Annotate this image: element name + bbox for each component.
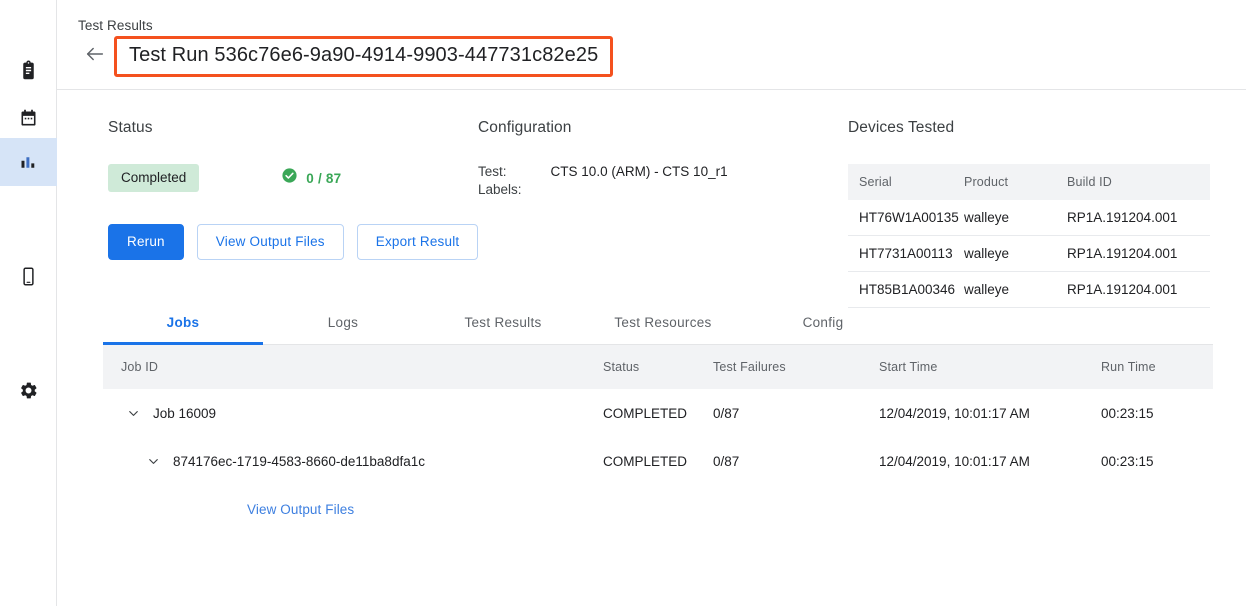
sidebar-item-test-suites[interactable] (0, 46, 57, 94)
title-row: Test Run 536c76e6-9a90-4914-9903-447731c… (78, 36, 613, 77)
jobs-row-status: COMPLETED (603, 406, 713, 421)
table-row[interactable]: 874176ec-1719-4583-8660-de11ba8dfa1c COM… (103, 437, 1213, 485)
pass-count: 0 / 87 (281, 167, 341, 189)
action-buttons: Rerun View Output Files Export Result (108, 224, 478, 260)
main-content: Test Results Test Run 536c76e6-9a90-4914… (57, 0, 1246, 606)
device-phone-icon (18, 266, 39, 287)
jobs-col-job-id: Job ID (103, 360, 603, 374)
config-key-test: Test: (478, 164, 522, 179)
gear-icon (18, 380, 39, 401)
chevron-down-icon[interactable] (121, 406, 145, 421)
devices-header-row: Serial Product Build ID (848, 164, 1210, 200)
jobs-col-status: Status (603, 360, 713, 374)
jobs-row-run-time: 00:23:15 (1101, 454, 1154, 469)
devices-col-build: Build ID (1067, 164, 1210, 200)
status-row: Completed 0 / 87 (108, 164, 341, 192)
jobs-col-start-time: Start Time (879, 360, 1101, 374)
tab-test-resources[interactable]: Test Resources (583, 300, 743, 344)
jobs-row-run-time: 00:23:15 (1101, 406, 1154, 421)
devices-section: Devices Tested Serial Product Build ID H… (848, 119, 1210, 308)
device-product: walleye (964, 236, 1067, 272)
table-row: HT76W1A00135 walleye RP1A.191204.001 (848, 200, 1210, 236)
export-result-button[interactable]: Export Result (357, 224, 479, 260)
page-title: Test Run 536c76e6-9a90-4914-9903-447731c… (129, 44, 598, 67)
device-serial: HT7731A00113 (848, 236, 964, 272)
config-key-labels: Labels: (478, 182, 522, 197)
view-output-files-button[interactable]: View Output Files (197, 224, 344, 260)
jobs-col-run-time: Run Time (1101, 360, 1156, 374)
status-section: Status Completed 0 / 87 (108, 119, 341, 192)
tab-config[interactable]: Config (743, 300, 903, 344)
device-serial: HT76W1A00135 (848, 200, 964, 236)
jobs-col-test-failures: Test Failures (713, 360, 879, 374)
page-body: Status Completed 0 / 87 (57, 90, 1246, 605)
jobs-row-job-id-cell: 874176ec-1719-4583-8660-de11ba8dfa1c (103, 454, 603, 469)
config-value-labels (551, 182, 728, 197)
jobs-row-job-id-cell: Job 16009 (103, 406, 603, 421)
devices-table-body: HT76W1A00135 walleye RP1A.191204.001 HT7… (848, 200, 1210, 308)
bar-chart-icon (18, 152, 39, 173)
back-button[interactable] (78, 40, 112, 74)
sidebar-item-settings[interactable] (0, 366, 57, 414)
app-root: Test Results Test Run 536c76e6-9a90-4914… (0, 0, 1246, 606)
tab-bar: Jobs Logs Test Results Test Resources Co… (103, 300, 1213, 345)
devices-table-head: Serial Product Build ID (848, 164, 1210, 200)
table-row: HT7731A00113 walleye RP1A.191204.001 (848, 236, 1210, 272)
devices-section-label: Devices Tested (848, 119, 1210, 137)
jobs-row-job-id: 874176ec-1719-4583-8660-de11ba8dfa1c (173, 454, 425, 469)
jobs-row-failures: 0/87 (713, 406, 879, 421)
table-row[interactable]: Job 16009 COMPLETED 0/87 12/04/2019, 10:… (103, 389, 1213, 437)
tab-logs[interactable]: Logs (263, 300, 423, 344)
jobs-row-job-id: Job 16009 (153, 406, 216, 421)
device-product: walleye (964, 200, 1067, 236)
chevron-down-icon[interactable] (141, 454, 165, 469)
rerun-button[interactable]: Rerun (108, 224, 184, 260)
view-output-files-link[interactable]: View Output Files (247, 502, 354, 517)
devices-table: Serial Product Build ID HT76W1A00135 wal… (848, 164, 1210, 308)
tab-jobs[interactable]: Jobs (103, 300, 263, 344)
jobs-row-failures: 0/87 (713, 454, 879, 469)
jobs-row-detail: View Output Files (103, 485, 1213, 533)
jobs-table: Job ID Status Test Failures Start Time R… (103, 345, 1213, 533)
check-circle-icon (281, 167, 298, 189)
arrow-left-icon (84, 43, 106, 70)
pass-count-label: 0 / 87 (306, 171, 341, 186)
jobs-row-start-time: 12/04/2019, 10:01:17 AM (879, 406, 1101, 421)
configuration-section: Configuration Test: CTS 10.0 (ARM) - CTS… (478, 119, 728, 197)
clipboard-icon (18, 60, 39, 81)
configuration-section-label: Configuration (478, 119, 728, 137)
device-build: RP1A.191204.001 (1067, 236, 1210, 272)
page-header: Test Results Test Run 536c76e6-9a90-4914… (57, 0, 1246, 90)
calendar-icon (18, 108, 39, 129)
sidebar (0, 0, 57, 606)
status-badge: Completed (108, 164, 199, 192)
tab-test-results[interactable]: Test Results (423, 300, 583, 344)
status-section-label: Status (108, 119, 341, 137)
devices-col-serial: Serial (848, 164, 964, 200)
jobs-table-header: Job ID Status Test Failures Start Time R… (103, 345, 1213, 389)
devices-col-product: Product (964, 164, 1067, 200)
breadcrumb[interactable]: Test Results (78, 18, 153, 33)
title-highlight-box: Test Run 536c76e6-9a90-4914-9903-447731c… (114, 36, 613, 77)
config-value-test: CTS 10.0 (ARM) - CTS 10_r1 (551, 164, 728, 179)
jobs-row-start-time: 12/04/2019, 10:01:17 AM (879, 454, 1101, 469)
configuration-list: Test: CTS 10.0 (ARM) - CTS 10_r1 Labels: (478, 164, 728, 197)
device-build: RP1A.191204.001 (1067, 200, 1210, 236)
sidebar-item-schedules[interactable] (0, 94, 57, 142)
sidebar-item-results[interactable] (0, 138, 57, 186)
jobs-row-status: COMPLETED (603, 454, 713, 469)
sidebar-item-devices[interactable] (0, 252, 57, 300)
